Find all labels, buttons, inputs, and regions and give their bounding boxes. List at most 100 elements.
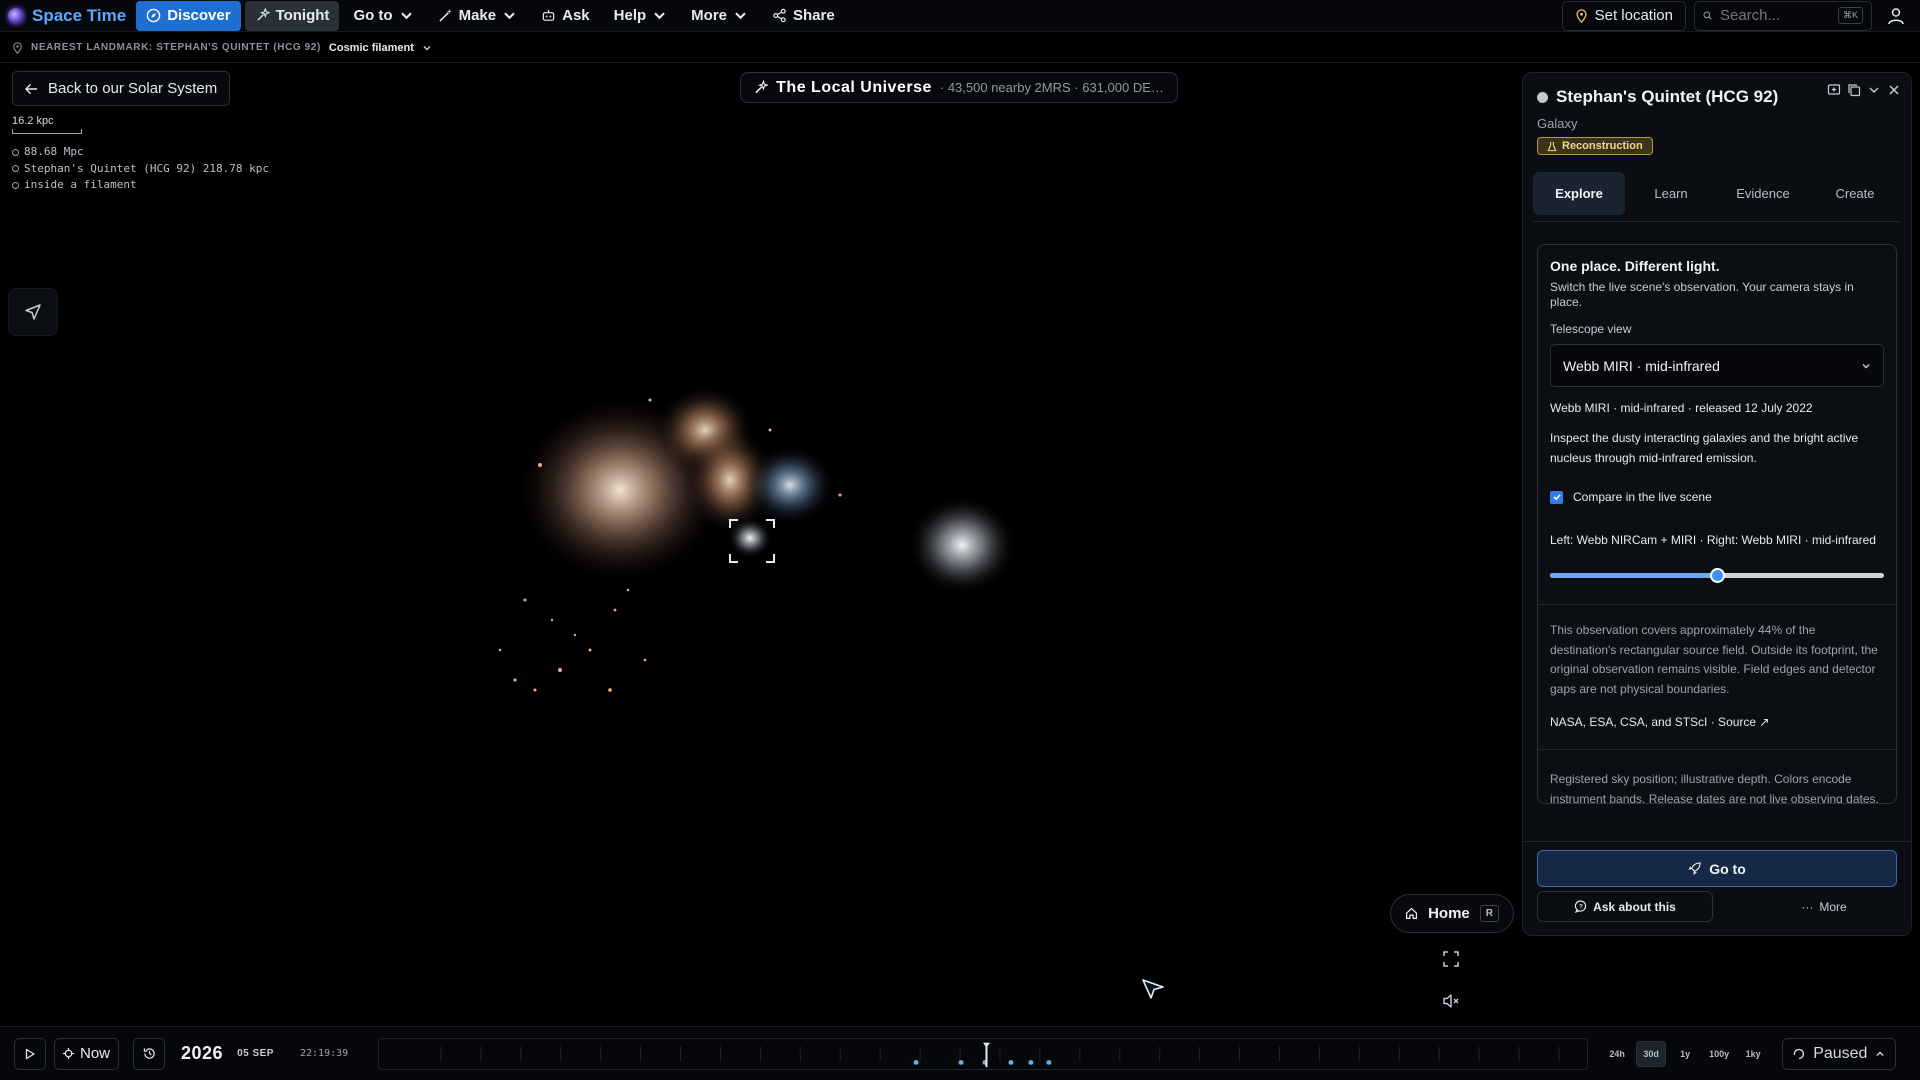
- back-to-solar-system-button[interactable]: Back to our Solar System: [12, 71, 231, 106]
- chevron-down-icon[interactable]: [1867, 83, 1881, 97]
- nav-help-button[interactable]: Help: [604, 1, 678, 31]
- svg-text:?: ?: [1579, 903, 1583, 910]
- tab-explore[interactable]: Explore: [1533, 171, 1625, 215]
- readout-row: inside a filament: [12, 177, 269, 194]
- map-pin-icon: [13, 41, 22, 54]
- chevron-down-icon: [654, 12, 665, 20]
- universe-title-pill[interactable]: The Local Universe · 43,500 nearby 2MRS …: [740, 72, 1178, 103]
- fullscreen-icon[interactable]: [1442, 950, 1460, 968]
- playback-status-button[interactable]: Paused: [1782, 1037, 1897, 1070]
- tab-learn[interactable]: Learn: [1625, 172, 1717, 215]
- app-name: Space Time: [32, 5, 127, 25]
- set-location-label: Set location: [1594, 7, 1673, 24]
- nav-goto-button[interactable]: Go to: [343, 1, 423, 31]
- nav-share-label: Share: [793, 7, 835, 24]
- nav-make-button[interactable]: Make: [428, 1, 528, 31]
- compare-slider[interactable]: [1550, 568, 1884, 584]
- inspect-text: Inspect the dusty interacting galaxies a…: [1550, 431, 1859, 465]
- event-markers: [913, 1059, 1052, 1065]
- set-location-button[interactable]: Set location: [1561, 0, 1686, 31]
- range-100y[interactable]: 100y: [1704, 1041, 1734, 1067]
- object-type: Galaxy: [1537, 116, 1578, 131]
- readout-distance: 88.68 Mpc: [24, 145, 84, 158]
- scale-indicator: 16.2 kpc: [12, 115, 82, 134]
- source-link[interactable]: NASA, ESA, CSA, and STScI · Source ↗: [1550, 715, 1884, 729]
- now-button[interactable]: Now: [54, 1037, 120, 1070]
- close-icon[interactable]: [1887, 83, 1901, 97]
- search-box[interactable]: ⌘K: [1694, 0, 1872, 31]
- share-icon: [773, 8, 786, 23]
- galaxy-glow: [728, 518, 772, 558]
- nav-discover-button[interactable]: Discover: [136, 0, 241, 31]
- nearest-landmark-bar: NEAREST LANDMARK: STEPHAN'S QUINTET (HCG…: [0, 33, 1920, 63]
- time-scrubber[interactable]: [378, 1037, 1589, 1070]
- panel-title: Stephan's Quintet (HCG 92): [1556, 87, 1779, 106]
- bookmark-icon[interactable]: [1827, 83, 1841, 97]
- range-1ky[interactable]: 1ky: [1738, 1041, 1768, 1067]
- telescope-select[interactable]: Webb MIRI · mid-infrared: [1550, 344, 1884, 387]
- card-heading: One place. Different light.: [1550, 258, 1720, 274]
- brand[interactable]: Space Time: [8, 6, 126, 26]
- more-actions-button[interactable]: ··· More: [1749, 900, 1899, 914]
- scale-bar: [12, 129, 82, 134]
- copy-icon[interactable]: [1847, 83, 1861, 97]
- coverage-note: This observation covers approximately 44…: [1550, 623, 1878, 696]
- sparkle-icon: [256, 8, 270, 21]
- slider-fill: [1550, 573, 1717, 578]
- go-to-button[interactable]: Go to: [1537, 850, 1897, 887]
- tab-evidence[interactable]: Evidence: [1717, 172, 1809, 215]
- ring-icon: [12, 148, 19, 156]
- compare-checkbox[interactable]: [1550, 490, 1563, 504]
- galaxy-scene[interactable]: [440, 370, 1040, 720]
- search-input[interactable]: [1719, 7, 1830, 24]
- panel-footer: Go to ? Ask about this ··· More: [1523, 841, 1911, 935]
- compare-description: Left: Webb NIRCam + MIRI · Right: Webb M…: [1550, 533, 1876, 547]
- play-button[interactable]: [14, 1037, 46, 1070]
- home-button[interactable]: Home R: [1390, 894, 1514, 933]
- object-detail-panel: Stephan's Quintet (HCG 92) Galaxy Recons…: [1522, 72, 1912, 936]
- pointer-tool-button[interactable]: [8, 288, 58, 336]
- history-button[interactable]: [133, 1037, 166, 1070]
- back-label: Back to our Solar System: [48, 80, 218, 97]
- range-1y[interactable]: 1y: [1670, 1041, 1700, 1067]
- reconstruction-badge: Reconstruction: [1537, 137, 1653, 155]
- chevron-down-icon[interactable]: [422, 43, 432, 53]
- galaxy-glow: [745, 445, 835, 525]
- region-dropdown[interactable]: Cosmic filament: [329, 42, 414, 54]
- galaxy-glow: [907, 495, 1017, 595]
- target-icon: [12, 165, 19, 173]
- nav-tonight-button[interactable]: Tonight: [244, 0, 340, 31]
- timer-icon: [1793, 1048, 1805, 1059]
- chevron-down-icon: [400, 12, 412, 20]
- chevron-down-icon: [1862, 363, 1870, 368]
- wand-icon: [438, 8, 452, 22]
- nav-ask-button[interactable]: Ask: [531, 1, 600, 31]
- home-icon: [1406, 907, 1418, 920]
- chevron-down-icon: [735, 12, 746, 20]
- current-date: 05 SEP: [237, 1048, 274, 1059]
- compare-toggle[interactable]: Compare in the live scene: [1550, 490, 1884, 504]
- range-24h[interactable]: 24h: [1602, 1041, 1632, 1067]
- nav-make-label: Make: [458, 7, 497, 24]
- panel-actions: [1827, 83, 1901, 97]
- app-root: Space Time Discover Tonight Go to Make A…: [0, 0, 1920, 1080]
- tab-create[interactable]: Create: [1809, 172, 1901, 215]
- card-divider: [1538, 749, 1896, 750]
- ask-about-this-button[interactable]: ? Ask about this: [1537, 891, 1713, 922]
- home-label: Home: [1428, 905, 1470, 922]
- nav-discover-label: Discover: [167, 7, 231, 24]
- range-30d[interactable]: 30d: [1636, 1040, 1667, 1067]
- timeline-bar: Now 2026 05 SEP 22:19:39 24h 30d 1y 100y…: [0, 1026, 1920, 1080]
- telescope-selected-value: Webb MIRI · mid-infrared: [1563, 357, 1720, 374]
- robot-icon: [542, 9, 555, 21]
- nav-more-button[interactable]: More: [681, 1, 758, 31]
- nav-help-label: Help: [613, 7, 647, 24]
- observation-card: One place. Different light. Switch the l…: [1537, 244, 1897, 804]
- nav-share-button[interactable]: Share: [762, 1, 845, 31]
- user-account-icon[interactable]: [1886, 6, 1906, 26]
- checkmark-icon: [1552, 494, 1561, 501]
- mute-icon[interactable]: [1442, 992, 1460, 1010]
- slider-thumb[interactable]: [1710, 568, 1725, 583]
- planet-logo-icon: [8, 7, 24, 24]
- compare-label: Compare in the live scene: [1573, 490, 1712, 504]
